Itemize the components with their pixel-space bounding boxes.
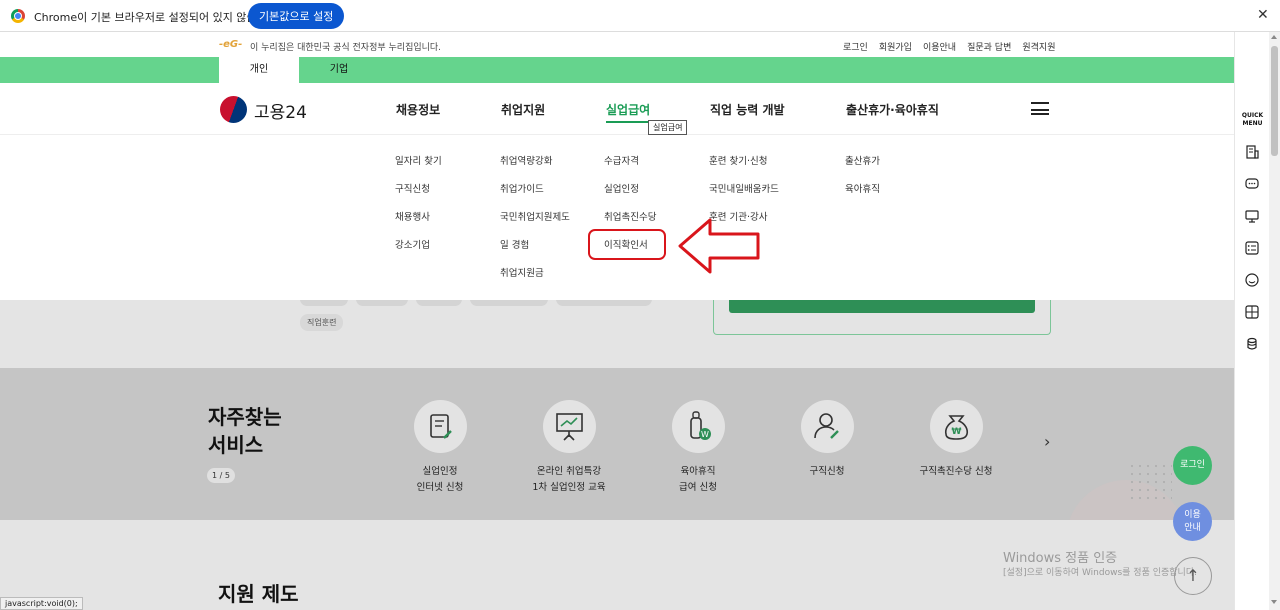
site-logo-text[interactable]: 고용24 [254,98,307,123]
nav-tooltip: 실업급여 [648,120,688,135]
services-pager: 1 / 5 [207,468,235,483]
chrome-logo-icon [11,9,25,23]
menu-work-experience[interactable]: 일 경험 [500,237,529,251]
keyword-tag-training[interactable]: 직업훈련 [300,314,344,331]
presentation-board-icon[interactable] [543,400,596,453]
menu-job-application[interactable]: 구직신청 [395,181,430,195]
tab-company[interactable]: 기업 [299,57,379,83]
floating-guide-button[interactable]: 이용 안내 [1173,502,1212,541]
money-bag-won-icon[interactable]: ₩ [930,400,983,453]
chevron-right-icon[interactable]: › [1044,432,1050,451]
status-bar-url: javascript:void(0); [0,597,83,610]
menu-job-fair[interactable]: 채용행사 [395,209,430,223]
util-link-remote[interactable]: 원격지원 [1022,40,1055,53]
util-link-guide[interactable]: 이용안내 [923,40,956,53]
util-link-signup[interactable]: 회원가입 [879,40,912,53]
nav-item-unemployment-benefit[interactable]: 실업급여 [606,101,651,123]
services-title: 자주찾는 서비스 [208,405,282,457]
tab-personal[interactable]: 개인 [219,57,299,83]
nav-item-parental-leave[interactable]: 출산휴가·육아휴직 [846,101,939,118]
document-pen-icon[interactable] [414,400,467,453]
annotation-arrow-icon [678,218,760,274]
scroll-up-icon[interactable] [1271,35,1277,39]
windows-activation-text: [설정]으로 이동하여 Windows를 정품 인증합니다. [1003,568,1197,578]
building-icon[interactable] [1244,144,1260,160]
decorative-dots [1128,462,1172,502]
menu-career-guide[interactable]: 취업가이드 [500,181,544,195]
nav-item-jobs[interactable]: 채용정보 [396,101,440,118]
smile-icon[interactable] [1244,272,1260,288]
menu-find-jobs[interactable]: 일자리 찾기 [395,153,442,167]
service-label-online-lecture[interactable]: 온라인 취업특강 1차 실업인정 교육 [509,464,629,496]
menu-parental-leave[interactable]: 육아휴직 [845,181,880,195]
floating-login-button[interactable]: 로그인 [1173,446,1212,485]
utility-links: 로그인 회원가입 이용안내 질문과 답변 원격지원 [843,40,1055,53]
scroll-top-button[interactable]: ↑ [1174,557,1212,595]
monitor-icon[interactable] [1244,208,1260,224]
annotation-highlight-box [588,229,666,260]
chat-icon[interactable] [1244,176,1260,192]
windows-activation-title: Windows 정품 인증 [1003,551,1118,566]
hamburger-menu-icon[interactable] [1031,102,1049,115]
support-title: 지원 제도 [218,582,299,606]
checklist-icon[interactable] [1244,240,1260,256]
menu-employment-subsidy[interactable]: 취업지원금 [500,265,544,279]
util-link-qna[interactable]: 질문과 답변 [967,40,1011,53]
nav-item-vocational-training[interactable]: 직업 능력 개발 [710,101,785,118]
set-default-button[interactable]: 기본값으로 설정 [248,3,345,29]
svg-text:W: W [701,430,709,439]
taegeuk-logo-icon[interactable] [220,96,247,123]
util-link-login[interactable]: 로그인 [843,40,868,53]
infobar-message: Chrome이 기본 브라우저로 설정되어 있지 않습니다 [34,11,277,24]
scroll-down-icon[interactable] [1271,600,1277,604]
svg-text:₩: ₩ [952,427,962,437]
audience-tab-bar [0,57,1234,83]
quick-menu-title: QUICK MENU [1241,112,1264,127]
service-label-unemployment-recognition[interactable]: 실업인정 인터넷 신청 [380,464,500,496]
scrollbar-thumb[interactable] [1271,46,1278,156]
menu-unemployment-recognition[interactable]: 실업인정 [604,181,639,195]
close-icon[interactable]: ✕ [1257,7,1269,23]
calculator-icon[interactable] [1244,304,1260,320]
person-pen-icon[interactable] [801,400,854,453]
service-label-job-seeking-allowance[interactable]: 구직촉진수당 신청 [896,464,1016,480]
menu-training-search[interactable]: 훈련 찾기·신청 [709,153,767,167]
menu-capacity-building[interactable]: 취업역량강화 [500,153,552,167]
menu-eligibility[interactable]: 수급자격 [604,153,639,167]
chrome-default-browser-infobar: Chrome이 기본 브라우저로 설정되어 있지 않습니다 기본값으로 설정 ✕ [0,0,1280,32]
egov-mark-icon: -eG- [219,39,243,50]
quick-menu: QUICK MENU [1234,32,1269,610]
vertical-scrollbar[interactable] [1269,32,1280,610]
service-label-parental-benefit[interactable]: 육아휴직 급여 신청 [638,464,758,496]
coins-icon[interactable] [1244,336,1260,352]
menu-strong-small-company[interactable]: 강소기업 [395,237,430,251]
menu-maternity-leave[interactable]: 출산휴가 [845,153,880,167]
menu-reemployment-allowance[interactable]: 취업촉진수당 [604,209,656,223]
service-label-job-application[interactable]: 구직신청 [767,464,887,480]
gov-notice: 이 누리집은 대한민국 공식 전자정부 누리집입니다. [250,43,442,53]
nav-item-employment-support[interactable]: 취업지원 [501,101,545,118]
menu-learning-card[interactable]: 국민내일배움카드 [709,181,779,195]
menu-national-employment-support[interactable]: 국민취업지원제도 [500,209,570,223]
baby-bottle-won-icon[interactable]: W [672,400,725,453]
